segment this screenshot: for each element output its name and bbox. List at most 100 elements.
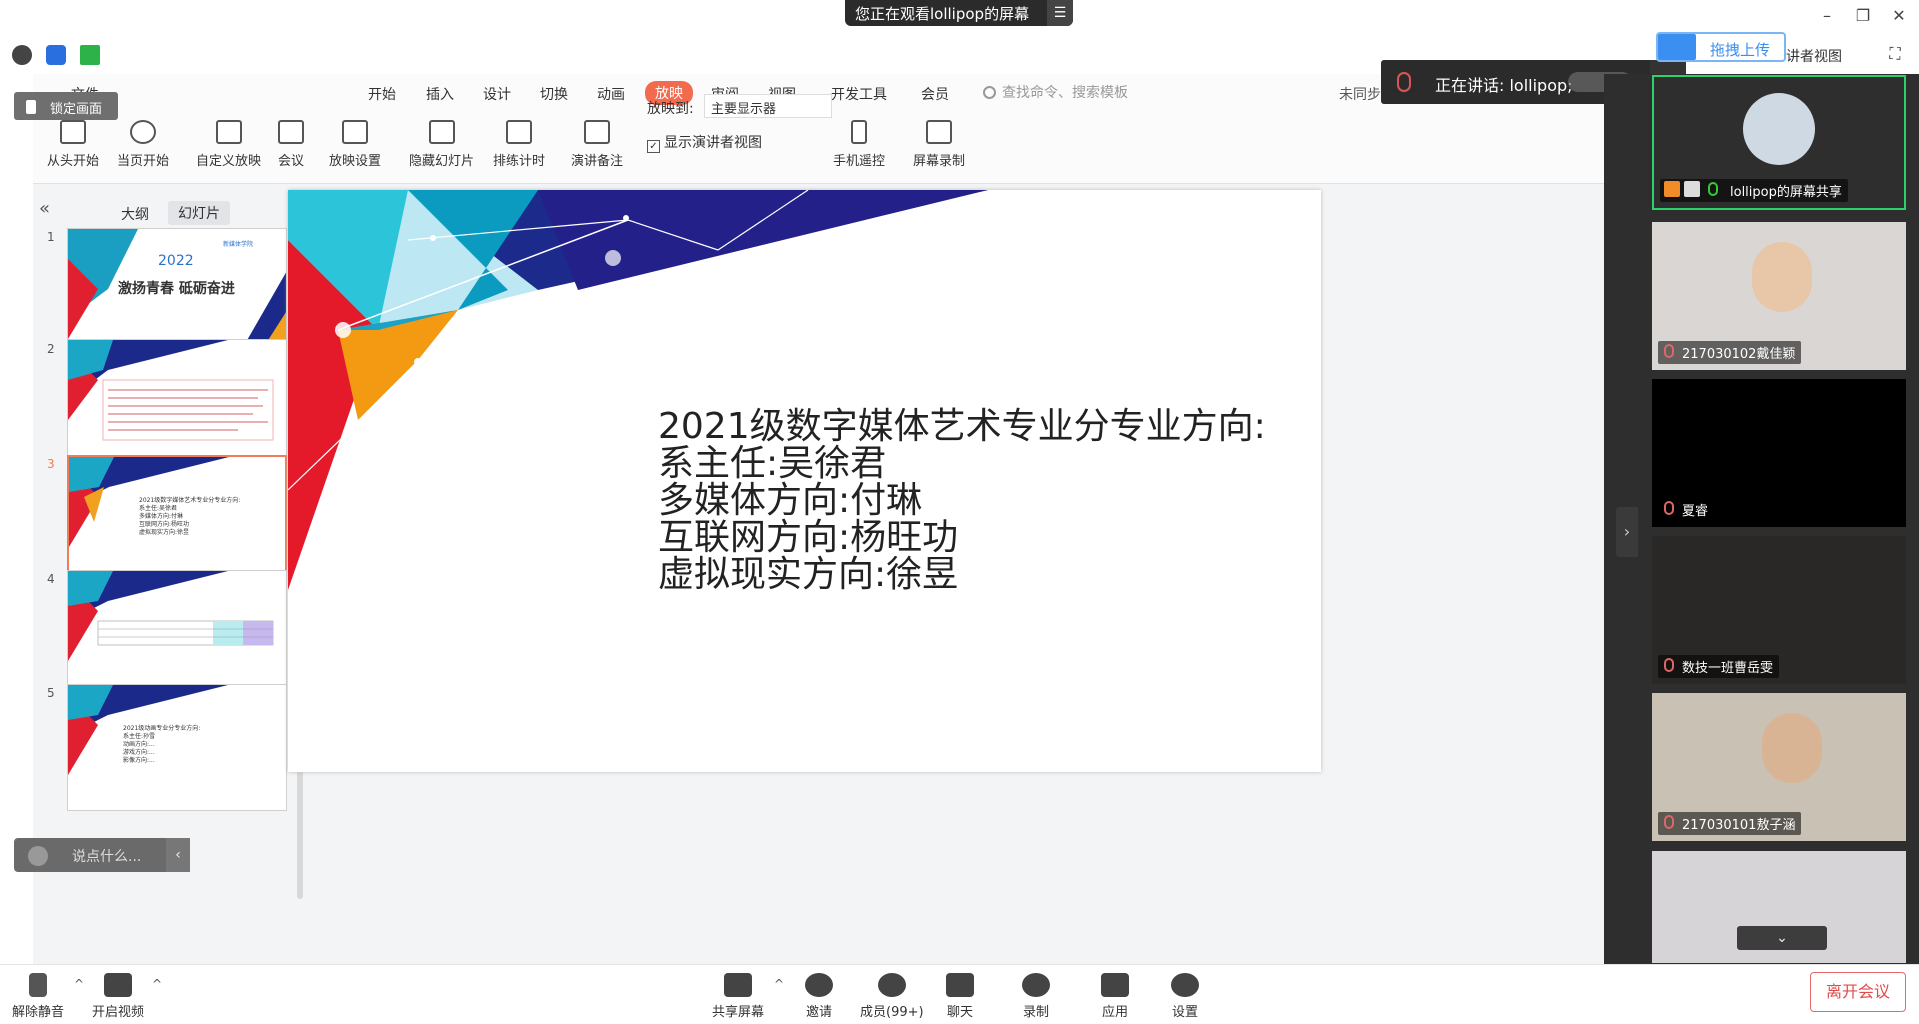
show-settings-button[interactable]: 放映设置 bbox=[329, 120, 381, 169]
info-icon[interactable] bbox=[12, 45, 32, 65]
host-icon bbox=[1664, 181, 1680, 197]
collapse-video-panel-icon[interactable]: › bbox=[1616, 507, 1638, 557]
checkbox-checked-icon: ✓ bbox=[647, 140, 660, 153]
chat-placeholder: 说点什么... bbox=[72, 849, 142, 865]
close-icon[interactable]: ✕ bbox=[1884, 4, 1914, 28]
record-button[interactable]: 录制 bbox=[1022, 973, 1050, 1020]
tab-outline[interactable]: 大纲 bbox=[121, 204, 149, 224]
phone-remote-button[interactable]: 手机遥控 bbox=[833, 120, 885, 169]
video-tile-4[interactable]: 数技一班曹岳雯 bbox=[1652, 536, 1906, 684]
play-from-start-icon bbox=[60, 120, 86, 144]
speaker-notes-icon bbox=[584, 120, 610, 144]
rehearse-timing-button[interactable]: 排练计时 bbox=[493, 120, 545, 169]
hide-slide-icon bbox=[428, 120, 455, 144]
thumb-line: 系主任:孙雪 bbox=[123, 733, 156, 740]
menu-insert[interactable]: 插入 bbox=[426, 84, 454, 104]
unmute-button[interactable]: 解除静音 bbox=[12, 973, 64, 1020]
chevron-down-icon[interactable]: ⌄ bbox=[1737, 926, 1827, 950]
search-icon bbox=[983, 86, 996, 99]
show-to-select[interactable]: 主要显示器 bbox=[704, 94, 832, 118]
show-to-label: 放映到: bbox=[647, 101, 694, 117]
members-icon bbox=[877, 973, 906, 997]
caret-up-icon[interactable]: ^ bbox=[774, 977, 784, 991]
members-button[interactable]: 成员(99+) bbox=[860, 973, 924, 1020]
thumb-line: 系主任:吴徐君 bbox=[139, 505, 178, 512]
video-tile-3[interactable]: 夏睿 bbox=[1652, 379, 1906, 527]
avatar bbox=[1743, 93, 1815, 165]
phone-remote-icon bbox=[851, 120, 867, 144]
shield-icon[interactable] bbox=[46, 45, 66, 65]
participant-video bbox=[1762, 713, 1822, 783]
menu-animation[interactable]: 动画 bbox=[597, 84, 625, 104]
slide-4-artwork bbox=[68, 571, 274, 661]
participant-label: 217030102戴佳颖 bbox=[1658, 341, 1802, 364]
menu-developer[interactable]: 开发工具 bbox=[831, 84, 887, 104]
pin-icon bbox=[26, 100, 36, 114]
slide-number: 5 bbox=[47, 686, 55, 700]
collapse-panel-icon[interactable]: « bbox=[39, 198, 50, 219]
banner-menu-icon[interactable]: ☰ bbox=[1047, 0, 1073, 26]
fullscreen-icon[interactable]: ⛶ bbox=[1880, 42, 1910, 66]
signal-icon[interactable] bbox=[80, 45, 100, 65]
slide-number: 3 bbox=[47, 457, 55, 471]
slide-number: 1 bbox=[47, 230, 55, 244]
caret-up-icon[interactable]: ^ bbox=[152, 977, 162, 991]
screen-record-button[interactable]: 屏幕录制 bbox=[913, 120, 965, 169]
slide-line: 2021级数字媒体艺术专业分专业方向: bbox=[658, 406, 1266, 447]
settings-button[interactable]: 设置 bbox=[1171, 973, 1199, 1020]
speaker-notes-button[interactable]: 演讲备注 bbox=[571, 120, 623, 169]
emoji-icon[interactable] bbox=[28, 846, 48, 866]
meeting-button[interactable]: 会议 bbox=[278, 120, 304, 169]
presenter-view-checkbox[interactable]: ✓ 显示演讲者视图 bbox=[647, 132, 762, 153]
hide-slide-button[interactable]: 隐藏幻灯片 bbox=[409, 120, 474, 169]
screen-record-icon bbox=[926, 120, 952, 144]
thumb-title: 激扬青春 砥砺奋进 bbox=[118, 281, 235, 297]
video-tile-5[interactable]: 217030101敖子涵 bbox=[1652, 693, 1906, 841]
view-mode-select[interactable]: 讲者视图 bbox=[1786, 46, 1842, 66]
slide-number: 4 bbox=[47, 572, 55, 586]
caret-up-icon[interactable]: ^ bbox=[74, 977, 84, 991]
chat-icon bbox=[946, 973, 974, 997]
play-current-icon bbox=[130, 120, 156, 144]
menu-home[interactable]: 开始 bbox=[368, 84, 396, 104]
tab-slides[interactable]: 幻灯片 bbox=[168, 201, 230, 225]
restore-icon[interactable]: ❐ bbox=[1848, 4, 1878, 28]
slide-2-artwork bbox=[68, 340, 274, 441]
chevron-left-icon[interactable]: ‹ bbox=[166, 838, 190, 872]
menu-transition[interactable]: 切换 bbox=[540, 84, 568, 104]
share-screen-icon bbox=[724, 973, 752, 997]
slide-5-artwork bbox=[68, 685, 228, 775]
play-current-button[interactable]: 当页开始 bbox=[117, 120, 169, 169]
participant-label: lollipop的屏幕共享 bbox=[1660, 179, 1848, 202]
chat-button[interactable]: 聊天 bbox=[946, 973, 974, 1020]
screen-share-banner: 您正在观看lollipop的屏幕 ☰ bbox=[845, 0, 1073, 26]
custom-show-icon bbox=[215, 120, 242, 144]
minimize-icon[interactable]: – bbox=[1812, 4, 1842, 28]
share-screen-button[interactable]: 共享屏幕 bbox=[712, 973, 764, 1020]
slide-thumbnail-4[interactable] bbox=[67, 570, 287, 697]
invite-button[interactable]: 邀请 bbox=[805, 973, 833, 1020]
play-from-start-button[interactable]: 从头开始 bbox=[47, 120, 99, 169]
apps-button[interactable]: 应用 bbox=[1101, 973, 1129, 1020]
menu-member[interactable]: 会员 bbox=[921, 84, 949, 104]
command-search[interactable]: 查找命令、搜索模板 bbox=[1002, 82, 1128, 102]
slide-thumbnail-1[interactable]: 2022 激扬青春 砥砺奋进 新媒体学院 bbox=[67, 228, 287, 355]
slide-number: 2 bbox=[47, 342, 55, 356]
slide-thumbnail-3[interactable]: 2021级数字媒体艺术专业分专业方向: 系主任:吴徐君 多媒体方向:付琳 互联网… bbox=[67, 455, 287, 582]
cloud-icon bbox=[1658, 34, 1696, 60]
start-video-button[interactable]: 开启视频 bbox=[92, 973, 144, 1020]
menu-design[interactable]: 设计 bbox=[483, 84, 511, 104]
video-tile-1[interactable]: lollipop的屏幕共享 bbox=[1652, 75, 1906, 210]
slide-thumbnail-2[interactable] bbox=[67, 339, 287, 466]
slide-scrollbar[interactable] bbox=[1594, 190, 1604, 950]
video-tile-2[interactable]: 217030102戴佳颖 bbox=[1652, 222, 1906, 370]
custom-show-button[interactable]: 自定义放映 bbox=[196, 120, 261, 169]
drag-upload-button[interactable]: 拖拽上传 bbox=[1656, 32, 1786, 62]
cloud-sync-status[interactable]: 未同步 bbox=[1339, 84, 1381, 104]
mic-muted-icon bbox=[29, 973, 47, 997]
chat-input-bar[interactable]: 说点什么... ‹ bbox=[14, 838, 190, 872]
leave-meeting-button[interactable]: 离开会议 bbox=[1810, 972, 1906, 1012]
apps-icon bbox=[1101, 973, 1129, 997]
slide-thumbnail-5[interactable]: 2021级动画专业分专业方向: 系主任:孙雪 动画方向:... 游戏方向:...… bbox=[67, 684, 287, 811]
meeting-toolbar: 解除静音 ^ 开启视频 ^ 共享屏幕 ^ 邀请 成员(99+) 聊天 录制 应用… bbox=[0, 964, 1919, 1024]
